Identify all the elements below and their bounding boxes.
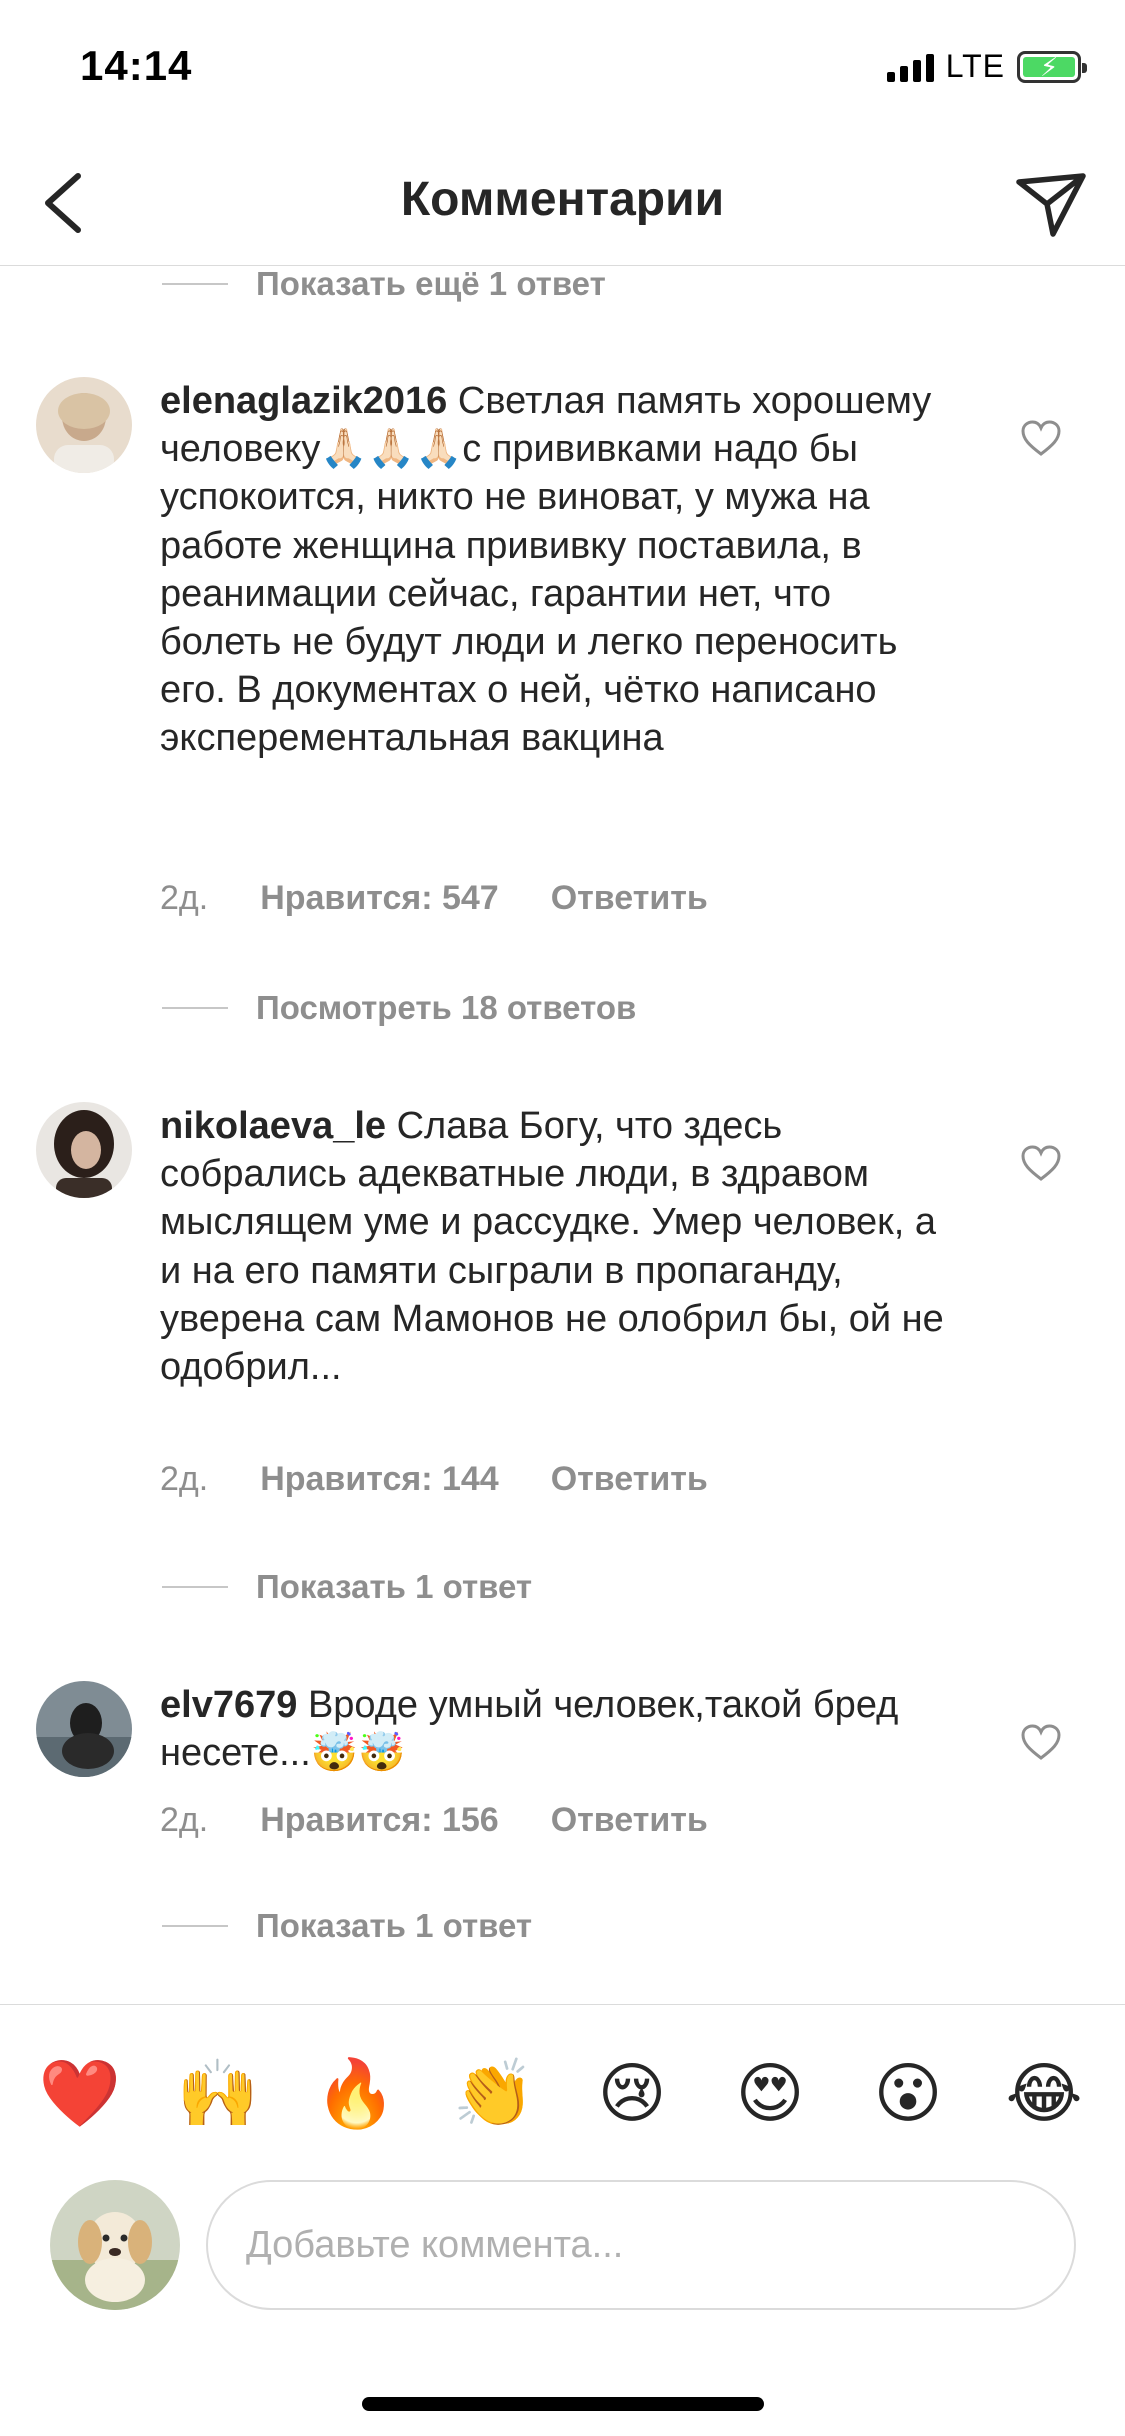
reply-button[interactable]: Ответить [551,1460,708,1499]
comment-meta: 2д. Нравится: 547 Ответить [160,879,708,918]
user-avatar [50,2180,180,2310]
reply-button[interactable]: Ответить [551,879,708,918]
thread-line [162,1925,228,1927]
comment-body: Светлая память хорошему человеку🙏🏻🙏🏻🙏🏻с … [160,380,932,760]
comment-text: elenaglazik2016 Светлая память хорошему … [160,377,960,763]
status-indicators: LTE ⚡ [886,48,1087,85]
show-replies-label: Показать 1 ответ [256,1907,533,1944]
like-heart-icon[interactable] [1020,1723,1062,1761]
comments-list[interactable]: Показать ещё 1 ответ elenaglazik2016 Све… [0,267,1125,2002]
comment-username[interactable]: elenaglazik2016 [160,380,447,422]
quick-reactions-bar: ❤️ 🙌 🔥 👏 😢 😍 😮 😂 [0,2004,1125,2164]
view-replies[interactable]: Посмотреть 18 ответов [162,989,636,1027]
avatar[interactable] [36,377,132,473]
show-more-replies[interactable]: Показать ещё 1 ответ [162,267,606,303]
comment-likes[interactable]: Нравится: 144 [260,1460,498,1499]
show-replies[interactable]: Показать 1 ответ [162,1907,532,1945]
show-more-replies-label: Показать ещё 1 ответ [256,267,606,302]
reaction-laughing-icon[interactable]: 😂 [1002,2051,1086,2135]
comment-time: 2д. [160,879,209,917]
comment-time: 2д. [160,1801,209,1839]
avatar[interactable] [36,1681,132,1777]
status-bar: 14:14 LTE ⚡ [0,0,1125,140]
comment-meta: 2д. Нравится: 144 Ответить [160,1460,708,1499]
reaction-raised-hands-icon[interactable]: 🙌 [176,2051,260,2135]
home-indicator[interactable] [362,2397,764,2411]
like-heart-icon[interactable] [1020,419,1062,457]
network-label: LTE [945,48,1005,84]
comment-input[interactable] [206,2180,1076,2310]
battery-icon: ⚡ [1017,50,1087,83]
reply-button[interactable]: Ответить [551,1801,708,1840]
view-replies-label: Посмотреть 18 ответов [256,989,637,1026]
header: Комментарии [0,140,1125,266]
page-title: Комментарии [400,173,725,226]
comment-username[interactable]: elv7679 [160,1684,297,1726]
like-heart-icon[interactable] [1020,1144,1062,1182]
reaction-crying-icon[interactable]: 😢 [590,2051,674,2135]
thread-line [162,283,228,285]
avatar[interactable] [36,1102,132,1198]
comment-likes[interactable]: Нравится: 547 [260,879,498,918]
comment-meta: 2д. Нравится: 156 Ответить [160,1801,708,1840]
show-replies-label: Показать 1 ответ [256,1568,533,1605]
reaction-fire-icon[interactable]: 🔥 [314,2051,398,2135]
show-replies[interactable]: Показать 1 ответ [162,1568,532,1606]
thread-line [162,1586,228,1588]
thread-line [162,1007,228,1009]
reaction-surprised-icon[interactable]: 😮 [866,2051,950,2135]
send-direct-icon[interactable] [1011,164,1091,244]
comment-body: Слава Богу, что здесь собрались адекватн… [160,1105,944,1389]
status-time: 14:14 [80,42,193,89]
comment-composer [0,2164,1125,2310]
reaction-clap-icon[interactable]: 👏 [452,2051,536,2135]
comment-likes[interactable]: Нравится: 156 [260,1801,498,1840]
comment-username[interactable]: nikolaeva_le [160,1105,386,1147]
comment-text: nikolaeva_le Слава Богу, что здесь собра… [160,1102,960,1391]
comment-text: elv7679 Вроде умный человек,такой бред н… [160,1681,960,1777]
signal-icon [886,52,934,82]
reaction-heart-eyes-icon[interactable]: 😍 [728,2051,812,2135]
reaction-heart-icon[interactable]: ❤️ [38,2051,122,2135]
comment-time: 2д. [160,1460,209,1498]
